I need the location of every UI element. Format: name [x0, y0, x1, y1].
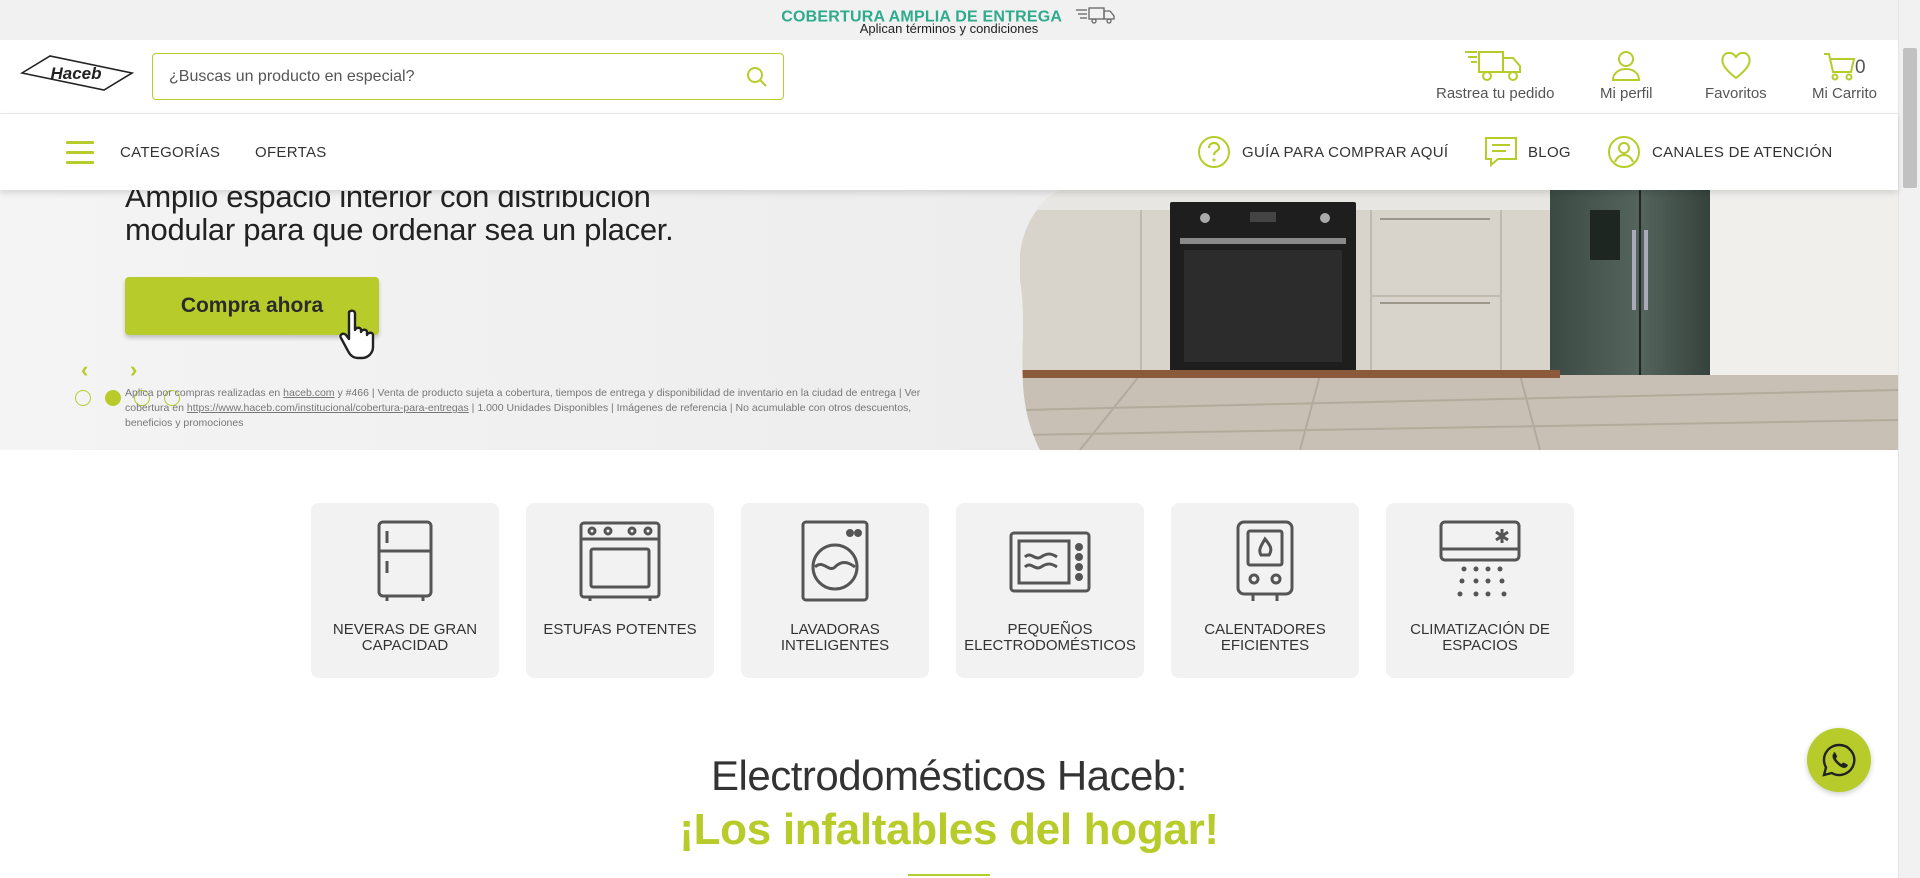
hero-line-1: Amplio espacio interior con distribución: [125, 190, 651, 214]
user-circle-icon: [1607, 135, 1641, 174]
main-nav: CATEGORÍAS OFERTAS GUÍA PARA COMPRAR AQU…: [0, 113, 1898, 190]
heart-icon: [1721, 51, 1751, 80]
section-subtitle: ¡Los infaltables del hogar!: [679, 805, 1219, 854]
whatsapp-icon: [1822, 743, 1856, 777]
fine-print-link-2[interactable]: https://www.haceb.com/institucional/cobe…: [187, 402, 469, 414]
search-box: [152, 53, 784, 100]
category-card-fridges[interactable]: NEVERAS DE GRAN CAPACIDAD: [311, 503, 499, 678]
category-label: CALENTADORES EFICIENTES: [1204, 621, 1326, 654]
nav-categories[interactable]: CATEGORÍAS: [120, 144, 220, 161]
category-label: LAVADORAS INTELIGENTES: [780, 621, 890, 654]
profile-link[interactable]: Mi perfil: [1600, 48, 1653, 102]
site-header: Haceb Rastrea tu pedido Mi perfil Favori…: [0, 40, 1898, 113]
search-icon[interactable]: [745, 65, 769, 89]
slider-dot-1[interactable]: [75, 390, 91, 406]
heater-icon: [1236, 520, 1294, 601]
track-order-label: Rastrea tu pedido: [1436, 85, 1555, 102]
category-card-stoves[interactable]: ESTUFAS POTENTES: [526, 503, 714, 678]
nav-support-channels[interactable]: CANALES DE ATENCIÓN: [1652, 144, 1832, 161]
slider-prev-arrow[interactable]: ‹: [81, 357, 88, 383]
favorites-link[interactable]: Favoritos: [1705, 48, 1767, 102]
cart-link[interactable]: Mi Carrito: [1812, 48, 1877, 102]
category-label: ESTUFAS POTENTES: [543, 621, 697, 638]
favorites-label: Favoritos: [1705, 85, 1767, 102]
air-conditioner-icon: [1439, 520, 1521, 597]
delivery-truck-icon: [1465, 51, 1522, 81]
menu-icon[interactable]: [66, 141, 94, 165]
category-card-small-appliances[interactable]: PEQUEÑOS ELECTRODOMÉSTICOS: [956, 503, 1144, 678]
delivery-banner: COBERTURA AMPLIA DE ENTREGA Aplican térm…: [0, 0, 1898, 40]
cart-icon: [1824, 53, 1856, 81]
chat-icon: [1484, 135, 1518, 174]
whatsapp-button[interactable]: [1807, 728, 1871, 792]
slider-dot-2[interactable]: [105, 390, 121, 406]
delivery-banner-subtitle[interactable]: Aplican términos y condiciones: [0, 21, 1898, 36]
kitchen-image: [1019, 190, 1898, 450]
scrollbar-thumb[interactable]: [1903, 48, 1917, 188]
logo-text: Haceb: [50, 64, 101, 83]
category-label: CLIMATIZACIÓN DE ESPACIOS: [1410, 621, 1550, 654]
washer-icon: [801, 520, 869, 602]
hero-slider: Amplio espacio interior con distribución…: [0, 190, 1898, 450]
pointer-hand-icon: [337, 308, 379, 365]
nav-blog[interactable]: BLOG: [1528, 144, 1571, 161]
search-input[interactable]: [169, 65, 729, 89]
category-card-water-heaters[interactable]: CALENTADORES EFICIENTES: [1171, 503, 1359, 678]
section-title: Electrodomésticos Haceb:: [711, 752, 1187, 799]
fridge-icon: [377, 520, 433, 601]
category-card-washers[interactable]: LAVADORAS INTELIGENTES: [741, 503, 929, 678]
fine-print-link-1[interactable]: haceb.com: [283, 387, 334, 399]
user-icon: [1612, 51, 1641, 81]
track-order-link[interactable]: Rastrea tu pedido: [1436, 48, 1554, 102]
slider-next-arrow[interactable]: ›: [130, 357, 137, 383]
nav-buying-guide[interactable]: GUÍA PARA COMPRAR AQUÍ: [1242, 144, 1448, 161]
cart-count: 0: [1855, 57, 1866, 78]
profile-label: Mi perfil: [1600, 85, 1653, 102]
nav-offers[interactable]: OFERTAS: [255, 144, 327, 161]
hero-text: Amplio espacio interior con distribución…: [125, 190, 674, 247]
category-card-climate[interactable]: CLIMATIZACIÓN DE ESPACIOS: [1386, 503, 1574, 678]
category-label: PEQUEÑOS ELECTRODOMÉSTICOS: [964, 621, 1136, 654]
hero-line-2: modular para que ordenar sea un placer.: [125, 212, 674, 247]
category-label: NEVERAS DE GRAN CAPACIDAD: [332, 621, 478, 654]
stove-icon: [579, 521, 661, 601]
cart-label: Mi Carrito: [1812, 85, 1878, 102]
question-icon: [1197, 135, 1231, 174]
hero-fine-print: Aplica por compras realizadas en haceb.c…: [125, 387, 921, 429]
section-underline: [908, 874, 990, 876]
page-scrollbar[interactable]: [1898, 0, 1920, 878]
microwave-icon: [1009, 531, 1091, 593]
haceb-logo[interactable]: Haceb: [19, 54, 135, 92]
